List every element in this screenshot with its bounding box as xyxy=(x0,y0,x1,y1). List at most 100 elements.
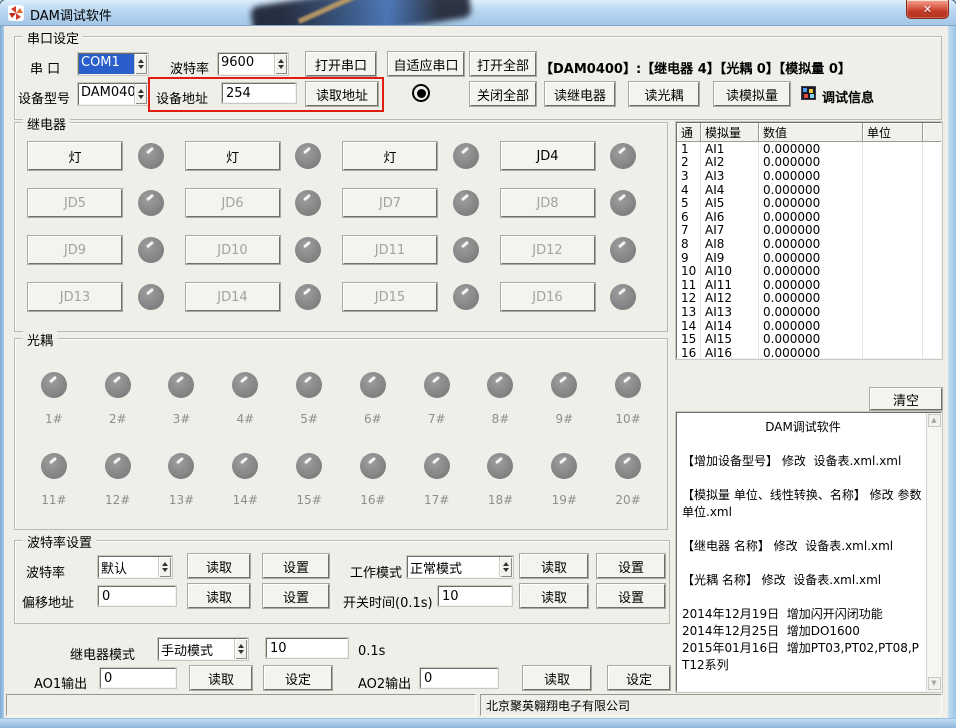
opto-label: 14# xyxy=(233,493,258,507)
baudrate-read-button[interactable]: 读取 xyxy=(188,554,250,578)
work-mode-set-button[interactable]: 设置 xyxy=(597,554,665,578)
chevron-down-icon[interactable] xyxy=(158,557,171,577)
relay-button-6[interactable]: JD6 xyxy=(186,189,280,217)
chevron-down-icon[interactable] xyxy=(134,84,147,104)
work-mode-combobox[interactable]: 正常模式 xyxy=(407,556,513,578)
table-row[interactable]: 15AI150.000000 xyxy=(677,332,941,346)
log-scrollbar[interactable]: ▲ ▼ xyxy=(926,413,941,691)
table-header-cell[interactable]: 模拟量 xyxy=(701,123,759,141)
table-row[interactable]: 6AI60.000000 xyxy=(677,210,941,224)
offset-address-input[interactable] xyxy=(98,586,176,606)
baud-combobox[interactable]: 9600 xyxy=(218,53,288,75)
baudrate-set-button[interactable]: 设置 xyxy=(263,554,329,578)
table-cell: 0.000000 xyxy=(759,319,863,333)
read-address-button[interactable]: 读取地址 xyxy=(306,82,378,106)
relay-button-16[interactable]: JD16 xyxy=(501,283,595,311)
table-row[interactable]: 3AI30.000000 xyxy=(677,169,941,183)
opto-indicator-knob xyxy=(105,453,131,479)
table-row[interactable]: 1AI10.000000 xyxy=(677,142,941,156)
auto-serial-button[interactable]: 自适应串口 xyxy=(388,52,464,76)
relay-indicator-knob xyxy=(453,284,479,310)
opto-cell: 2# xyxy=(86,372,150,426)
table-cell xyxy=(863,305,923,319)
relay-button-2[interactable]: 灯 xyxy=(186,142,280,170)
ao2-set-button[interactable]: 设定 xyxy=(608,666,670,690)
relay-button-8[interactable]: JD8 xyxy=(501,189,595,217)
address-input[interactable] xyxy=(222,83,296,103)
relay-mode-combobox[interactable]: 手动模式 xyxy=(158,638,248,660)
close-button[interactable]: ✕ xyxy=(906,0,949,19)
opto-label: 15# xyxy=(296,493,321,507)
model-combobox[interactable]: DAM0400 xyxy=(78,83,148,105)
table-row[interactable]: 11AI110.000000 xyxy=(677,278,941,292)
table-row[interactable]: 2AI20.000000 xyxy=(677,156,941,170)
relay-button-1[interactable]: 灯 xyxy=(28,142,122,170)
offset-read-button[interactable]: 读取 xyxy=(188,584,250,608)
table-row[interactable]: 8AI80.000000 xyxy=(677,237,941,251)
chevron-down-icon[interactable] xyxy=(274,54,287,74)
port-combobox[interactable]: COM1 xyxy=(78,53,148,75)
switch-time-set-button[interactable]: 设置 xyxy=(597,584,665,608)
switch-time-read-button[interactable]: 读取 xyxy=(520,584,588,608)
relay-button-12[interactable]: JD12 xyxy=(501,236,595,264)
table-row[interactable]: 7AI70.000000 xyxy=(677,224,941,238)
table-row[interactable]: 4AI40.000000 xyxy=(677,183,941,197)
close-all-button[interactable]: 关闭全部 xyxy=(470,82,536,106)
relay-button-9[interactable]: JD9 xyxy=(28,236,122,264)
clear-log-button[interactable]: 清空 xyxy=(870,388,942,410)
table-cell: 12 xyxy=(677,292,701,306)
ao1-set-button[interactable]: 设定 xyxy=(264,666,332,690)
table-row[interactable]: 10AI100.000000 xyxy=(677,264,941,278)
relay-mode-time-input[interactable] xyxy=(266,638,348,658)
table-cell: AI11 xyxy=(701,278,759,292)
chevron-down-icon[interactable] xyxy=(499,557,512,577)
opto-cell: 5# xyxy=(277,372,341,426)
table-row[interactable]: 9AI90.000000 xyxy=(677,251,941,265)
relay-button-11[interactable]: JD11 xyxy=(343,236,437,264)
read-analog-button[interactable]: 读模拟量 xyxy=(714,82,790,106)
relay-button-10[interactable]: JD10 xyxy=(186,236,280,264)
table-row[interactable]: 5AI50.000000 xyxy=(677,196,941,210)
relay-button-14[interactable]: JD14 xyxy=(186,283,280,311)
relay-button-7[interactable]: JD7 xyxy=(343,189,437,217)
table-header-cell[interactable]: 数值 xyxy=(759,123,863,141)
relay-indicator-knob xyxy=(138,190,164,216)
work-mode-read-button[interactable]: 读取 xyxy=(520,554,588,578)
chevron-down-icon[interactable] xyxy=(234,639,247,659)
table-header-cell[interactable]: 通 xyxy=(677,123,701,141)
baudrate-combobox[interactable]: 默认 xyxy=(98,556,172,578)
ao2-read-button[interactable]: 读取 xyxy=(523,666,591,690)
table-row[interactable]: 14AI140.000000 xyxy=(677,319,941,333)
table-cell xyxy=(863,237,923,251)
table-row[interactable]: 12AI120.000000 xyxy=(677,292,941,306)
table-row[interactable]: 16AI160.000000 xyxy=(677,346,941,359)
scroll-down-icon[interactable]: ▼ xyxy=(928,677,941,690)
table-row[interactable]: 13AI130.000000 xyxy=(677,305,941,319)
opto-cell: 16# xyxy=(341,453,405,507)
scroll-up-icon[interactable]: ▲ xyxy=(928,414,941,427)
opto-label: 8# xyxy=(492,412,510,426)
read-relay-button[interactable]: 读继电器 xyxy=(545,82,615,106)
analog-table-header: 通模拟量数值单位 xyxy=(677,123,941,142)
ao2-input[interactable] xyxy=(420,668,498,688)
debug-info-label[interactable]: 调试信息 xyxy=(822,87,874,106)
table-cell xyxy=(863,292,923,306)
read-opto-button[interactable]: 读光耦 xyxy=(629,82,699,106)
open-serial-button[interactable]: 打开串口 xyxy=(306,52,376,76)
ao1-input[interactable] xyxy=(100,668,176,688)
ao1-read-button[interactable]: 读取 xyxy=(190,666,252,690)
relay-mode-value: 手动模式 xyxy=(159,639,234,659)
opto-cell: 3# xyxy=(150,372,214,426)
chevron-down-icon[interactable] xyxy=(134,54,147,74)
relay-button-4[interactable]: JD4 xyxy=(501,142,595,170)
table-header-cell[interactable]: 单位 xyxy=(863,123,923,141)
relay-button-15[interactable]: JD15 xyxy=(343,283,437,311)
relay-button-5[interactable]: JD5 xyxy=(28,189,122,217)
switch-time-input[interactable] xyxy=(438,586,512,606)
offset-set-button[interactable]: 设置 xyxy=(263,584,329,608)
relay-button-3[interactable]: 灯 xyxy=(343,142,437,170)
debug-info-icon[interactable] xyxy=(801,86,816,100)
relay-button-13[interactable]: JD13 xyxy=(28,283,122,311)
open-all-button[interactable]: 打开全部 xyxy=(470,52,536,76)
table-cell: AI16 xyxy=(701,346,759,359)
